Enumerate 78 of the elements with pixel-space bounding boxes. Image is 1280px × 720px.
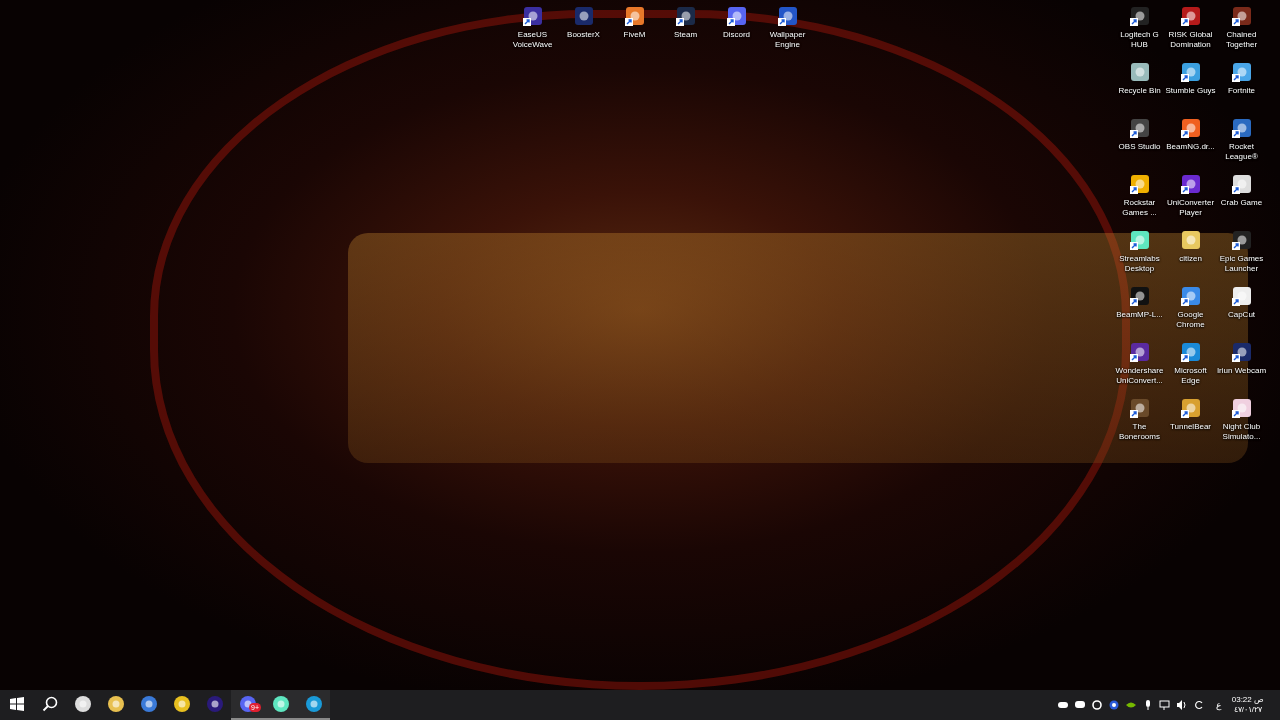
clock-date: ٤٧/٠١/٢٧ [1233,705,1263,715]
app-icon [139,695,158,713]
shortcut-icon[interactable] [1128,229,1151,251]
shortcut-icon[interactable] [1128,285,1151,307]
app-icon[interactable] [1179,229,1202,251]
shortcut-icon[interactable] [623,5,646,27]
icon-label[interactable]: EaseUS VoiceWave [507,30,558,50]
icon-label[interactable]: RISK Global Domination [1165,30,1216,50]
clock-time: 03:22 ص [1231,695,1264,705]
icon-label[interactable]: Google Chrome [1165,310,1216,330]
icon-label[interactable]: Epic Games Launcher [1216,254,1267,274]
icon-label[interactable]: Fortnite [1227,86,1256,96]
app-icon [205,695,224,713]
icon-label[interactable]: Wondershare UniConvert... [1114,366,1165,386]
icon-label[interactable]: Discord [722,30,751,40]
shortcut-icon[interactable] [1128,5,1151,27]
shortcut-icon[interactable] [1128,397,1151,419]
shortcut-icon[interactable] [1179,5,1202,27]
icon-label[interactable]: UniConverter Player [1165,198,1216,218]
shortcut-icon[interactable] [1230,229,1253,251]
taskbar-app-button[interactable] [297,690,330,720]
shortcut-icon[interactable] [1179,61,1202,83]
shortcut-icon[interactable] [674,5,697,27]
webcam-icon[interactable] [1107,699,1120,711]
icon-label[interactable]: Night Club Simulato... [1216,422,1267,442]
icon-label[interactable]: Iriun Webcam [1216,366,1267,376]
shortcut-icon[interactable] [521,5,544,27]
icon-label[interactable]: BeamNG.dr... [1166,142,1215,152]
icon-label[interactable]: citizen [1179,254,1202,264]
icon-label[interactable]: Steam [673,30,698,40]
shortcut-icon[interactable] [1179,397,1202,419]
icon-label[interactable]: Streamlabs Desktop [1114,254,1165,274]
icon-label[interactable]: Recycle Bin [1118,86,1161,96]
app-icon[interactable] [572,5,595,27]
icon-label[interactable]: Crab Game [1220,198,1263,208]
icon-label[interactable]: Wallpaper Engine [762,30,813,50]
shortcut-icon[interactable] [1128,173,1151,195]
app-icon [271,695,290,713]
icon-label[interactable]: OBS Studio [1118,142,1161,152]
icon-label[interactable]: FiveM [623,30,646,40]
app-icon [304,695,323,713]
windows-logo-icon [9,697,24,711]
icon-label[interactable]: Chained Together [1216,30,1267,50]
icon-label[interactable]: CapCut [1227,310,1256,320]
network-icon[interactable] [1158,699,1171,711]
icon-label[interactable]: Rockstar Games ... [1114,198,1165,218]
icon-label[interactable]: The Bonerooms [1114,422,1165,442]
shortcut-icon[interactable] [1230,5,1253,27]
shortcut-icon[interactable] [725,5,748,27]
shortcut-icon[interactable] [1179,173,1202,195]
icon-label[interactable]: BeamMP-L... [1116,310,1163,320]
app-icon [106,695,125,713]
app-icon[interactable] [1128,61,1151,83]
app-icon [73,695,92,713]
shortcut-icon[interactable] [1230,173,1253,195]
shortcut-icon[interactable] [1128,117,1151,139]
icon-label[interactable]: TunnelBear [1169,422,1212,432]
shortcut-icon[interactable] [1230,397,1253,419]
volume-icon[interactable] [1175,699,1188,711]
app-icon [238,695,257,713]
clock[interactable]: 03:22 ص ٤٧/٠١/٢٧ [1231,695,1264,715]
app-icon [172,695,191,713]
icon-label[interactable]: Stumble Guys [1165,86,1216,96]
shortcut-icon[interactable] [776,5,799,27]
icon-label[interactable]: Microsoft Edge [1165,366,1216,386]
language-indicator[interactable]: ع [1215,700,1221,710]
shortcut-icon[interactable] [1179,341,1202,363]
shortcut-icon[interactable] [1179,117,1202,139]
search-icon [41,696,58,712]
icon-label[interactable]: Logitech G HUB [1114,30,1165,50]
shortcut-icon[interactable] [1230,285,1253,307]
shortcut-icon[interactable] [1179,285,1202,307]
shortcut-icon[interactable] [1128,341,1151,363]
shortcut-icon[interactable] [1230,61,1253,83]
icon-label[interactable]: BoosterX [567,30,600,40]
shortcut-icon[interactable] [1230,117,1253,139]
icon-label[interactable]: Rocket League® [1216,142,1267,162]
shortcut-icon[interactable] [1230,341,1253,363]
